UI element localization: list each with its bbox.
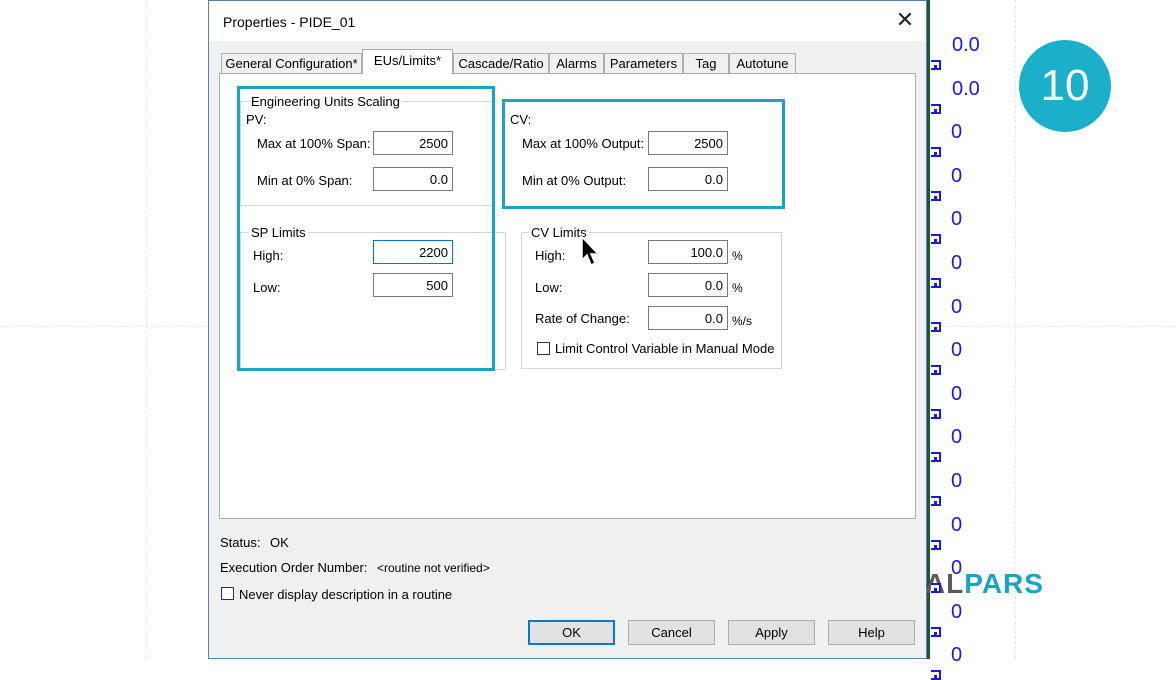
cv-roc-input[interactable]: [648, 306, 728, 330]
cv-highlight: [502, 99, 785, 209]
pin-icon: [931, 626, 941, 637]
pin-icon: [931, 365, 941, 376]
eu-sp-highlight: [237, 86, 495, 371]
tab-eus-limits[interactable]: EUs/Limits*: [362, 49, 453, 74]
pin-icon: [931, 408, 941, 419]
limit-manual-label: Limit Control Variable in Manual Mode: [555, 341, 775, 356]
properties-dialog: Properties - PIDE_01 ✕ General Configura…: [208, 0, 927, 659]
status-label: Status:: [220, 535, 261, 550]
cancel-button[interactable]: Cancel: [628, 620, 715, 645]
apply-button[interactable]: Apply: [728, 620, 815, 645]
pin-icon: [931, 670, 941, 680]
never-display-checkbox[interactable]: [221, 587, 234, 600]
cv-low-label: Low:: [535, 280, 563, 295]
background-value: 0: [951, 513, 963, 536]
background-value: 0.0: [952, 34, 980, 56]
pin-icon: [931, 583, 941, 594]
background-value: 0: [951, 295, 963, 318]
never-display-label: Never display description in a routine: [239, 587, 453, 602]
rung-line: [927, 0, 930, 659]
limit-manual-checkbox[interactable]: [537, 342, 550, 355]
background-value: 0: [951, 470, 963, 492]
cv-roc-unit: %/s: [732, 314, 753, 328]
background-value: 0: [951, 382, 963, 405]
background-value: 0: [951, 339, 963, 362]
background-value: 0: [951, 557, 963, 580]
help-button[interactable]: Help: [828, 620, 915, 645]
exec-order-label: Execution Order Number:: [220, 560, 368, 575]
background-value: 0: [951, 644, 963, 667]
pin-icon: [931, 452, 941, 463]
pin-icon: [931, 496, 941, 506]
pin-icon: [931, 321, 941, 332]
status-value: OK: [270, 535, 289, 550]
tab-parameters[interactable]: Parameters: [604, 53, 683, 73]
mouse-cursor-icon: [581, 236, 600, 267]
cv-low-input[interactable]: [648, 273, 728, 297]
cv-low-unit: %: [732, 281, 743, 295]
cv-high-input[interactable]: [648, 240, 728, 264]
tab-alarms[interactable]: Alarms: [549, 53, 604, 73]
close-icon[interactable]: ✕: [894, 9, 916, 31]
logo-part-2: PARS: [964, 568, 1044, 599]
title-bar[interactable]: Properties - PIDE_01 ✕: [209, 1, 926, 41]
background-value: 0.0: [952, 77, 980, 100]
tab-cascade-ratio[interactable]: Cascade/Ratio: [453, 53, 549, 73]
background-value: 0: [951, 121, 963, 144]
pin-icon: [931, 60, 941, 70]
background-value: 0: [951, 164, 963, 187]
grid-line: [146, 0, 147, 659]
dialog-title: Properties - PIDE_01: [223, 14, 356, 30]
tab-autotune[interactable]: Autotune: [729, 53, 796, 73]
pin-icon: [931, 234, 941, 245]
step-badge: 10: [1019, 40, 1111, 132]
cv-roc-label: Rate of Change:: [535, 311, 630, 326]
background-value: 0: [951, 252, 963, 274]
background-value: 0: [951, 208, 963, 231]
cv-high-label: High:: [535, 248, 566, 263]
ok-button[interactable]: OK: [528, 620, 615, 645]
pin-icon: [931, 190, 941, 201]
grid-line: [1015, 0, 1016, 659]
cv-high-unit: %: [732, 249, 743, 263]
exec-order-value: <routine not verified>: [377, 561, 490, 575]
eus-limits-panel: Engineering Units Scaling PV: Max at 100…: [219, 73, 916, 519]
background-value: 0: [951, 426, 963, 449]
pin-icon: [931, 147, 941, 158]
tab-tag[interactable]: Tag: [683, 53, 729, 73]
cv-limits-title: CV Limits: [529, 225, 589, 240]
tab-general-configuration[interactable]: General Configuration*: [221, 53, 362, 73]
pin-icon: [931, 278, 941, 288]
pin-icon: [931, 539, 941, 550]
background-value: 0: [951, 600, 963, 623]
pin-icon: [931, 103, 941, 114]
